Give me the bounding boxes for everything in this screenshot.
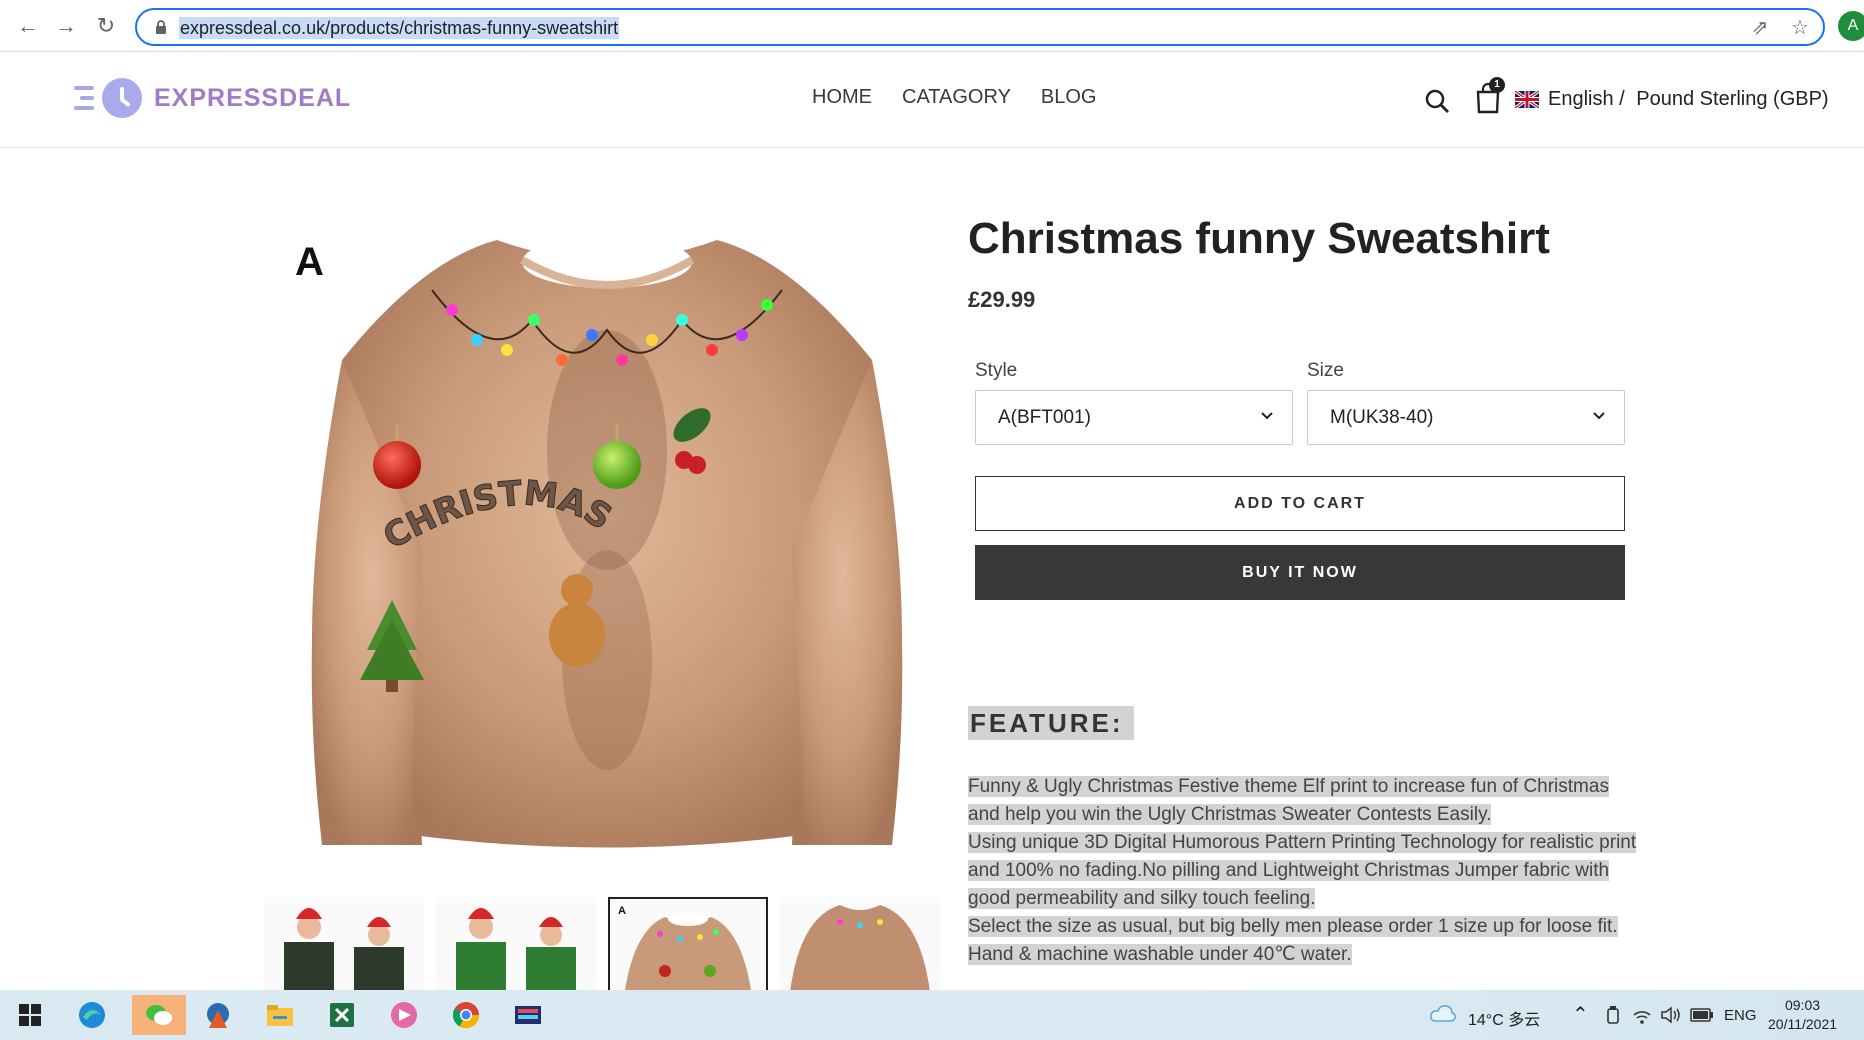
size-select-value: M(UK38-40) — [1330, 407, 1434, 428]
share-icon[interactable]: ⇗ — [1749, 17, 1771, 39]
description-line: Funny & Ugly Christmas Festive theme Elf… — [968, 776, 1609, 797]
cart-count-badge: 1 — [1489, 77, 1505, 93]
file-explorer-icon[interactable] — [258, 995, 302, 1035]
speaker-icon[interactable] — [1660, 1005, 1682, 1025]
logo-text: EXPRESSDEAL — [154, 83, 352, 112]
profile-avatar[interactable]: A — [1838, 11, 1864, 41]
logo-lines-icon — [74, 80, 98, 116]
description-line: Select the size as usual, but big belly … — [968, 916, 1618, 937]
buy-it-now-button[interactable]: BUY IT NOW — [975, 545, 1625, 600]
description-line: Using unique 3D Digital Humorous Pattern… — [968, 832, 1637, 853]
variant-letter: A — [295, 240, 324, 284]
url-text[interactable]: expressdeal.co.uk/products/christmas-fun… — [179, 17, 620, 39]
lock-icon — [156, 20, 166, 34]
windows-taskbar: 14°C 多云 ⌃ ENG 09:03 20/11/2021 — [0, 990, 1864, 1040]
feature-heading: FEATURE: — [968, 706, 1134, 740]
currency-label: Pound Sterling (GBP) — [1636, 88, 1829, 110]
style-select-value: A(BFT001) — [998, 407, 1091, 428]
media-app-icon[interactable] — [506, 995, 550, 1035]
style-label: Style — [975, 360, 1018, 381]
search-icon[interactable] — [1424, 88, 1450, 114]
thumbnail-3-active[interactable]: A — [608, 897, 768, 992]
excel-icon[interactable] — [320, 995, 364, 1035]
description-line: good permeability and silky touch feelin… — [968, 888, 1316, 909]
address-bar[interactable]: expressdeal.co.uk/products/christmas-fun… — [135, 8, 1825, 46]
back-icon[interactable]: ← — [14, 12, 42, 40]
chevron-down-icon — [1261, 412, 1273, 420]
bookmark-star-icon[interactable]: ☆ — [1789, 17, 1811, 39]
description-line: Hand & machine washable under 40℃ water. — [968, 944, 1352, 965]
language-label: English / — [1548, 88, 1625, 110]
nav-home[interactable]: HOME — [812, 86, 872, 109]
add-to-cart-button[interactable]: ADD TO CART — [975, 476, 1625, 531]
size-label: Size — [1307, 360, 1344, 381]
input-language[interactable]: ENG — [1724, 1007, 1757, 1024]
clock-time: 09:03 — [1784, 997, 1821, 1013]
weather-text[interactable]: 14°C 多云 — [1468, 1006, 1540, 1030]
product-main-image[interactable]: CHRISTMAS — [272, 220, 942, 860]
thumbnail-2[interactable] — [436, 897, 596, 992]
cloud-weather-icon[interactable] — [1430, 1003, 1456, 1023]
product-price: £29.99 — [968, 287, 1036, 312]
chevron-down-icon — [1593, 412, 1605, 420]
nav-category[interactable]: CATAGORY — [902, 86, 1011, 109]
size-select[interactable]: M(UK38-40) — [1307, 390, 1625, 445]
reload-icon[interactable]: ↻ — [92, 12, 120, 40]
thumbnail-4[interactable] — [780, 897, 940, 992]
style-select[interactable]: A(BFT001) — [975, 390, 1293, 445]
description-line: and 100% no fading.No pilling and Lightw… — [968, 860, 1610, 881]
site-header: EXPRESSDEAL HOME CATAGORY BLOG 1 English… — [0, 52, 1864, 148]
wechat-icon[interactable] — [132, 995, 186, 1035]
forward-icon[interactable]: → — [52, 12, 80, 40]
product-description: Funny & Ugly Christmas Festive theme Elf… — [968, 773, 1688, 969]
wifi-icon[interactable] — [1632, 1005, 1652, 1025]
game-app-icon[interactable] — [196, 995, 240, 1035]
browser-toolbar: ← → ↻ expressdeal.co.uk/products/christm… — [0, 0, 1864, 52]
thumbnail-letter: A — [618, 905, 626, 917]
site-logo[interactable]: EXPRESSDEAL — [74, 78, 351, 118]
battery-icon[interactable] — [1690, 1008, 1714, 1022]
nav-blog[interactable]: BLOG — [1041, 86, 1097, 109]
uk-flag-icon[interactable] — [1515, 91, 1539, 108]
main-nav: HOME CATAGORY BLOG — [812, 86, 1096, 109]
pink-app-icon[interactable] — [382, 995, 426, 1035]
chrome-icon[interactable] — [444, 995, 488, 1035]
usb-device-icon[interactable] — [1606, 1005, 1620, 1025]
thumbnail-strip: A — [264, 897, 940, 992]
edge-browser-icon[interactable] — [70, 995, 114, 1035]
product-title: Christmas funny Sweatshirt — [968, 214, 1550, 263]
clock-date: 20/11/2021 — [1768, 1016, 1838, 1032]
chevron-up-icon[interactable]: ⌃ — [1572, 1002, 1589, 1027]
description-line: and help you win the Ugly Christmas Swea… — [968, 804, 1492, 825]
system-clock[interactable]: 09:03 20/11/2021 — [1768, 996, 1837, 1034]
locale-selector[interactable]: English / Pound Sterling (GBP) — [1548, 88, 1829, 111]
clock-logo-icon — [102, 78, 142, 118]
windows-start-icon[interactable] — [8, 995, 52, 1035]
thumbnail-1[interactable] — [264, 897, 424, 992]
